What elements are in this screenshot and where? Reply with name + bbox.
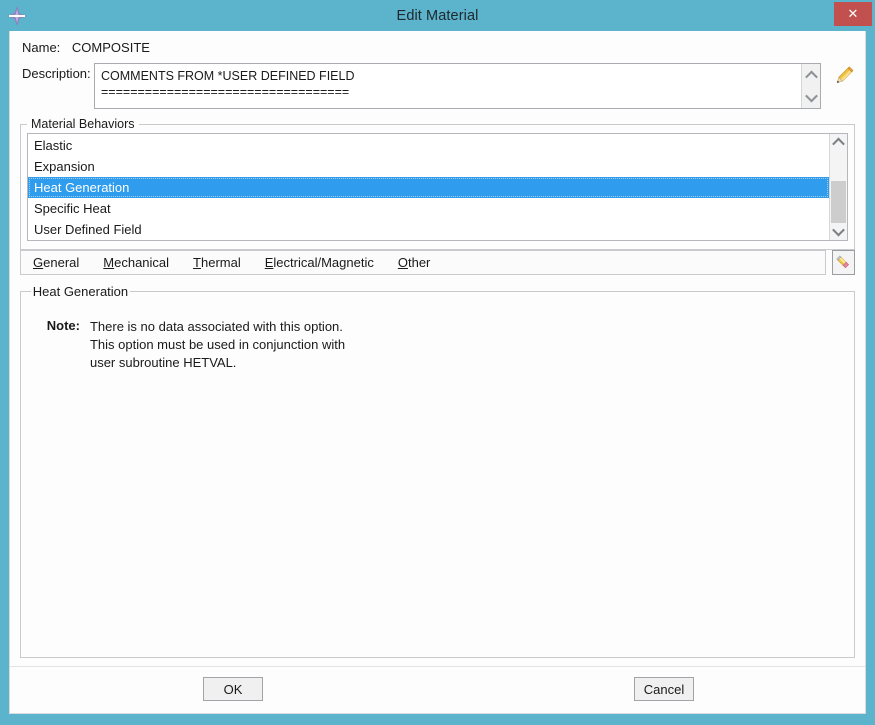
- menu-mnemonic: M: [103, 255, 115, 270]
- abaqus-diamond-icon: [6, 5, 28, 27]
- note-block: Note: There is no data associated with t…: [31, 304, 845, 372]
- menu-label: eneral: [43, 255, 80, 270]
- behavior-menubar[interactable]: General Mechanical Thermal Electrical/Ma…: [20, 250, 826, 275]
- description-label: Description:: [22, 66, 91, 81]
- menu-item-electrical-magnetic[interactable]: Electrical/Magnetic: [265, 255, 374, 270]
- description-spinner-down[interactable]: [802, 86, 820, 108]
- description-field[interactable]: COMMENTS FROM *USER DEFINED FIELD ======…: [94, 63, 821, 109]
- behavior-menu-row: General Mechanical Thermal Electrical/Ma…: [20, 250, 855, 275]
- note-line: user subroutine HETVAL.: [89, 354, 237, 370]
- pencil-icon: [836, 66, 854, 84]
- behavior-list-scrollbar[interactable]: [829, 134, 847, 240]
- note-text: There is no data associated with this op…: [90, 318, 345, 372]
- menu-label: hermal: [201, 255, 241, 270]
- edit-material-dialog: Edit Material ✕ Name: COMPOSITE Descript…: [0, 0, 875, 725]
- scroll-thumb[interactable]: [831, 181, 846, 223]
- list-item[interactable]: Heat Generation: [28, 177, 829, 198]
- menu-mnemonic: O: [397, 255, 408, 270]
- list-item[interactable]: Elastic: [28, 135, 829, 156]
- description-input[interactable]: COMMENTS FROM *USER DEFINED FIELD ======…: [95, 64, 801, 108]
- scroll-up-button[interactable]: [830, 134, 847, 151]
- close-icon[interactable]: ✕: [834, 2, 872, 26]
- note-label: Note:: [46, 317, 80, 333]
- menu-mnemonic: G: [33, 255, 44, 270]
- behavior-detail-label: Heat Generation: [32, 284, 129, 299]
- menu-label: lectrical/Magnetic: [273, 255, 374, 270]
- menu-mnemonic: T: [193, 255, 201, 270]
- menu-item-other[interactable]: Other: [398, 255, 431, 270]
- name-row: Name: COMPOSITE: [10, 31, 865, 57]
- chevron-up-icon: [804, 70, 818, 83]
- note-line: There is no data associated with this op…: [89, 318, 343, 334]
- list-item[interactable]: Specific Heat: [28, 198, 829, 219]
- window-title: Edit Material: [396, 7, 479, 24]
- material-behaviors-label: Material Behaviors: [31, 117, 135, 131]
- scroll-track[interactable]: [830, 151, 847, 223]
- cancel-button[interactable]: Cancel: [634, 677, 694, 701]
- name-value: COMPOSITE: [71, 40, 150, 55]
- material-behaviors-group: Material Behaviors Elastic Expansion Hea…: [20, 117, 855, 250]
- note-line: This option must be used in conjunction …: [89, 336, 346, 352]
- title-bar[interactable]: Edit Material ✕: [0, 0, 875, 31]
- list-item[interactable]: User Defined Field: [28, 219, 829, 240]
- material-behaviors-listbox[interactable]: Elastic Expansion Heat Generation Specif…: [27, 133, 848, 241]
- description-row: Description: COMMENTS FROM *USER DEFINED…: [10, 57, 865, 109]
- behavior-list[interactable]: Elastic Expansion Heat Generation Specif…: [28, 134, 829, 240]
- chevron-up-icon: [832, 137, 845, 151]
- chevron-down-icon: [804, 89, 818, 102]
- menu-label: ther: [407, 255, 431, 270]
- behavior-detail-group: Heat Generation Note: There is no data a…: [20, 284, 855, 658]
- list-item[interactable]: Expansion: [28, 156, 829, 177]
- scroll-down-button[interactable]: [830, 223, 847, 240]
- dialog-body: Name: COMPOSITE Description: COMMENTS FR…: [9, 31, 866, 714]
- menu-item-general[interactable]: General: [33, 255, 79, 270]
- menu-item-thermal[interactable]: Thermal: [193, 255, 241, 270]
- description-spinner-up[interactable]: [802, 64, 820, 86]
- chevron-down-icon: [832, 223, 845, 237]
- edit-behavior-button[interactable]: [832, 250, 855, 275]
- edit-description-button[interactable]: [821, 63, 865, 89]
- menu-label: echanical: [114, 255, 170, 270]
- dialog-footer: OK Cancel: [10, 666, 865, 713]
- pencil-eraser-icon: [836, 255, 850, 269]
- description-spinner[interactable]: [801, 64, 820, 108]
- ok-button[interactable]: OK: [203, 677, 263, 701]
- menu-item-mechanical[interactable]: Mechanical: [103, 255, 169, 270]
- name-label: Name:: [22, 40, 61, 55]
